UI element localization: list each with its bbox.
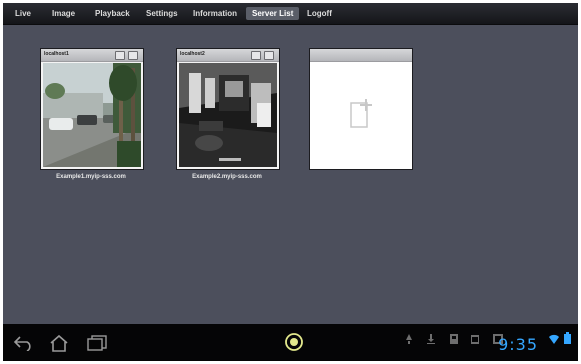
- tile-header: [310, 49, 412, 62]
- recent-apps-icon[interactable]: [87, 335, 107, 356]
- menu-logoff[interactable]: Logoff: [301, 7, 338, 20]
- sd-card-icon[interactable]: [450, 331, 458, 349]
- calendar-icon[interactable]: [471, 331, 479, 349]
- menu-live[interactable]: Live: [9, 7, 37, 20]
- battery-icon: [564, 331, 571, 349]
- server-title: localhost2: [180, 51, 205, 57]
- status-clock: 9:35: [498, 335, 538, 354]
- app-screen: Live Image Playback Settings Information…: [3, 3, 578, 361]
- wifi-icon: [549, 331, 559, 349]
- menu-playback[interactable]: Playback: [89, 7, 136, 20]
- menu-information[interactable]: Information: [187, 7, 243, 20]
- home-icon[interactable]: [49, 334, 69, 357]
- download-icon[interactable]: [427, 331, 435, 349]
- notification-icon[interactable]: [405, 331, 413, 349]
- edit-icon[interactable]: [251, 51, 261, 60]
- server-tile-2[interactable]: localhost2: [176, 48, 280, 170]
- add-server-tile[interactable]: [309, 48, 413, 170]
- tile-header: localhost1: [41, 49, 143, 62]
- camera-thumbnail[interactable]: [179, 63, 277, 167]
- back-icon[interactable]: [13, 335, 33, 356]
- server-label-2[interactable]: Example2.myip-sss.com: [157, 174, 297, 180]
- edit-icon[interactable]: [115, 51, 125, 60]
- menu-image[interactable]: Image: [46, 7, 81, 20]
- close-icon[interactable]: [128, 51, 138, 60]
- server-label-1[interactable]: Example1.myip-sss.com: [21, 174, 161, 180]
- add-file-icon[interactable]: [350, 99, 372, 134]
- camera-thumbnail[interactable]: [43, 63, 141, 167]
- top-menu-bar: Live Image Playback Settings Information…: [3, 3, 578, 25]
- app-launcher-icon[interactable]: [284, 332, 304, 357]
- server-title: localhost1: [44, 51, 69, 57]
- menu-server-list[interactable]: Server List: [246, 7, 300, 20]
- close-icon[interactable]: [264, 51, 274, 60]
- server-tile-1[interactable]: localhost1: [40, 48, 144, 170]
- tile-header: localhost2: [177, 49, 279, 62]
- system-nav-bar: 9:35: [3, 324, 578, 361]
- menu-settings[interactable]: Settings: [140, 7, 184, 20]
- add-server-area[interactable]: [310, 62, 412, 169]
